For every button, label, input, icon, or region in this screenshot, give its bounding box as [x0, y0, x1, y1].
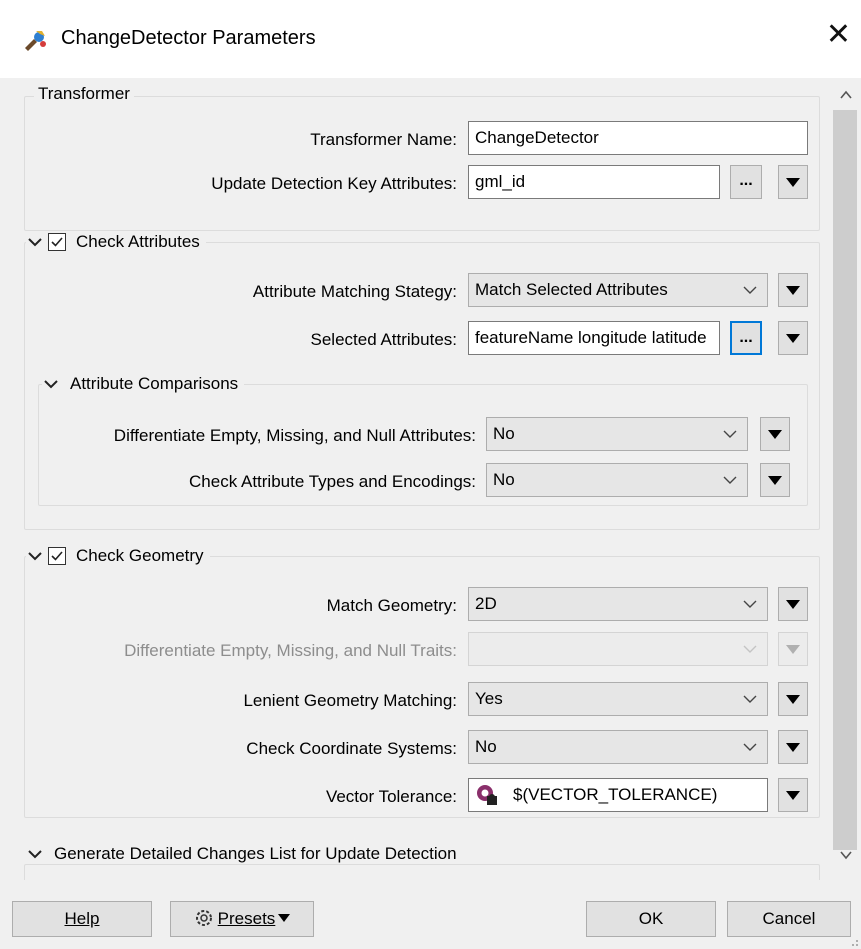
check-geometry-checkbox[interactable]	[48, 547, 66, 565]
selected-attributes-ellipsis-button[interactable]: ...	[730, 321, 762, 355]
window-title: ChangeDetector Parameters	[61, 27, 316, 49]
vector-tolerance-value: $(VECTOR_TOLERANCE)	[513, 785, 718, 804]
coordinate-systems-label: Check Coordinate Systems:	[246, 739, 457, 758]
matching-strategy-label: Attribute Matching Stategy:	[252, 282, 457, 301]
resize-grip-icon[interactable]	[847, 935, 859, 947]
ok-button-label: OK	[638, 909, 664, 928]
coordinate-systems-menu-button[interactable]	[778, 730, 808, 764]
attribute-types-menu-button[interactable]	[760, 463, 790, 497]
transformer-name-label: Transformer Name:	[310, 130, 457, 149]
chevron-down-icon[interactable]	[26, 547, 44, 565]
parameters-panel: Transformer Transformer Name: ChangeDete…	[0, 78, 861, 880]
close-icon[interactable]: ✕	[826, 20, 851, 50]
check-attributes-title: Check Attributes	[76, 232, 200, 251]
lenient-matching-menu-button[interactable]	[778, 682, 808, 716]
dropdown-arrow-icon	[786, 178, 800, 187]
check-attributes-checkbox[interactable]	[48, 233, 66, 251]
matching-strategy-menu-button[interactable]	[778, 273, 808, 307]
lenient-matching-value: Yes	[475, 689, 503, 708]
key-attributes-label: Update Detection Key Attributes:	[211, 174, 457, 193]
chevron-down-icon	[723, 476, 737, 484]
lenient-matching-select[interactable]: Yes	[468, 682, 768, 716]
key-attributes-input[interactable]: gml_id	[468, 165, 720, 199]
scroll-down-arrow-icon[interactable]	[839, 848, 853, 862]
chevron-down-icon	[743, 645, 757, 653]
presets-gear-icon	[195, 910, 212, 926]
differentiate-traits-select[interactable]	[468, 632, 768, 666]
cancel-button-label: Cancel	[762, 909, 816, 928]
presets-button-label: Presets	[217, 909, 276, 928]
differentiate-attributes-menu-button[interactable]	[760, 417, 790, 451]
help-button[interactable]: Help	[12, 901, 152, 937]
transformer-name-input[interactable]: ChangeDetector	[468, 121, 808, 155]
chevron-down-icon[interactable]	[42, 375, 60, 393]
detailed-changes-header[interactable]: Generate Detailed Changes List for Updat…	[26, 844, 463, 864]
coordinate-systems-select[interactable]: No	[468, 730, 768, 764]
detailed-changes-title: Generate Detailed Changes List for Updat…	[54, 844, 457, 863]
presets-button[interactable]: Presets	[170, 901, 314, 937]
scroll-up-arrow-icon[interactable]	[839, 88, 853, 102]
dropdown-arrow-icon	[786, 600, 800, 609]
title-bar: ChangeDetector Parameters ✕	[0, 0, 861, 78]
chevron-down-icon	[723, 430, 737, 438]
detailed-changes-group	[24, 864, 820, 880]
dropdown-arrow-icon	[786, 695, 800, 704]
transformer-group-title: Transformer	[34, 84, 134, 104]
differentiate-attributes-select[interactable]: No	[486, 417, 748, 451]
check-geometry-header[interactable]: Check Geometry	[26, 546, 210, 566]
dropdown-arrow-icon	[786, 286, 800, 295]
differentiate-attributes-value: No	[493, 424, 515, 443]
selected-attributes-menu-button[interactable]	[778, 321, 808, 355]
differentiate-traits-label: Differentiate Empty, Missing, and Null T…	[124, 641, 457, 660]
dropdown-arrow-icon	[786, 791, 800, 800]
coordinate-systems-value: No	[475, 737, 497, 756]
dialog-footer: Help Presets OK Cancel	[0, 880, 861, 949]
attribute-comparisons-title: Attribute Comparisons	[70, 374, 239, 393]
vertical-scrollbar[interactable]	[831, 78, 861, 880]
differentiate-traits-menu-button[interactable]	[778, 632, 808, 666]
checkmark-icon	[51, 551, 63, 561]
key-attributes-ellipsis-button[interactable]: ...	[730, 165, 762, 199]
dropdown-arrow-icon	[768, 430, 782, 439]
scrollbar-thumb[interactable]	[833, 110, 857, 850]
chevron-down-icon	[743, 600, 757, 608]
vector-tolerance-input[interactable]: $(VECTOR_TOLERANCE)	[468, 778, 768, 812]
checkmark-icon	[51, 237, 63, 247]
vector-tolerance-menu-button[interactable]	[778, 778, 808, 812]
chevron-down-icon[interactable]	[26, 233, 44, 251]
dropdown-arrow-icon	[786, 743, 800, 752]
dropdown-arrow-icon	[278, 914, 291, 922]
match-geometry-label: Match Geometry:	[326, 596, 457, 615]
transformer-icon	[25, 31, 46, 51]
attribute-types-label: Check Attribute Types and Encodings:	[189, 472, 476, 491]
ok-button[interactable]: OK	[586, 901, 716, 937]
chevron-down-icon	[743, 286, 757, 294]
key-attributes-menu-button[interactable]	[778, 165, 808, 199]
chevron-down-icon	[743, 743, 757, 751]
vector-tolerance-label: Vector Tolerance:	[325, 787, 457, 806]
matching-strategy-value: Match Selected Attributes	[475, 280, 668, 299]
help-button-label: Help	[64, 909, 100, 928]
match-geometry-menu-button[interactable]	[778, 587, 808, 621]
chevron-down-icon[interactable]	[26, 845, 44, 863]
transformer-group	[24, 96, 820, 231]
match-geometry-select[interactable]: 2D	[468, 587, 768, 621]
attribute-types-select[interactable]: No	[486, 463, 748, 497]
matching-strategy-select[interactable]: Match Selected Attributes	[468, 273, 768, 307]
check-attributes-header[interactable]: Check Attributes	[26, 232, 206, 252]
attribute-types-value: No	[493, 470, 515, 489]
cancel-button[interactable]: Cancel	[727, 901, 851, 937]
match-geometry-value: 2D	[475, 594, 497, 613]
user-parameter-icon	[477, 785, 497, 805]
chevron-down-icon	[743, 695, 757, 703]
selected-attributes-input[interactable]: featureName longitude latitude	[468, 321, 720, 355]
lenient-matching-label: Lenient Geometry Matching:	[243, 691, 457, 710]
differentiate-attributes-label: Differentiate Empty, Missing, and Null A…	[113, 426, 476, 445]
dropdown-arrow-icon	[768, 476, 782, 485]
dropdown-arrow-icon	[786, 645, 800, 654]
selected-attributes-label: Selected Attributes:	[310, 330, 457, 349]
attribute-comparisons-header[interactable]: Attribute Comparisons	[42, 374, 245, 394]
dropdown-arrow-icon	[786, 334, 800, 343]
check-geometry-title: Check Geometry	[76, 546, 204, 565]
